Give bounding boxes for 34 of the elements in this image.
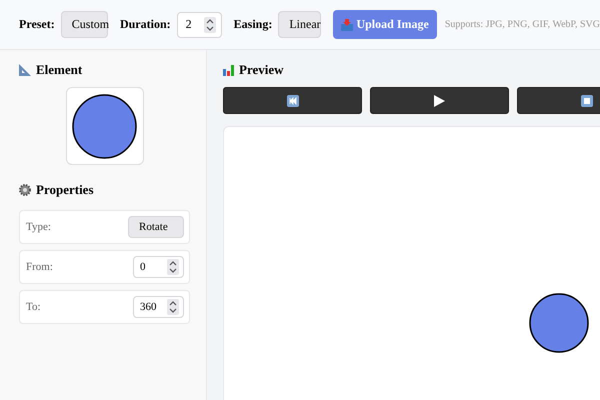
rewind-button[interactable] (223, 87, 362, 114)
section-title: Properties (36, 182, 94, 198)
circle-shape (529, 293, 589, 353)
number-field[interactable]: 2 (176, 12, 222, 38)
supported-formats-note: Supports: JPG, PNG, GIF, WebP, SVG (444, 19, 600, 30)
field-value: 0 (140, 261, 146, 273)
field-label: Preset: (19, 17, 55, 32)
number-field[interactable]: 360 (133, 296, 184, 318)
property-label: Type: (26, 221, 51, 233)
inbox-tray-icon (341, 18, 354, 30)
rewind-icon (286, 94, 298, 106)
select-field[interactable]: Custom (60, 11, 108, 38)
spinner-icon[interactable] (204, 16, 216, 32)
play-icon (434, 94, 445, 106)
field-label: Easing: (234, 17, 272, 32)
number-field[interactable]: 0 (133, 256, 184, 278)
spinner-icon[interactable] (167, 259, 179, 275)
stop-icon (580, 94, 592, 106)
section-title: Preview (239, 62, 284, 78)
section-title: Element (36, 62, 82, 78)
gear-icon (19, 184, 31, 196)
spinner-icon[interactable] (167, 299, 179, 315)
circle-shape (72, 94, 137, 158)
upload-button[interactable]: Upload Image (333, 10, 437, 39)
field-label: Duration: (120, 17, 171, 32)
field-value: 2 (186, 17, 192, 32)
bar-chart-icon (223, 64, 234, 76)
select-field[interactable]: Linear (278, 11, 322, 38)
select-field[interactable]: Rotate (128, 216, 184, 238)
field-value: 360 (140, 301, 156, 313)
triangle-ruler-icon (19, 64, 31, 76)
property-label: From: (26, 261, 53, 273)
property-label: To: (26, 301, 41, 313)
play-button[interactable] (370, 87, 509, 114)
